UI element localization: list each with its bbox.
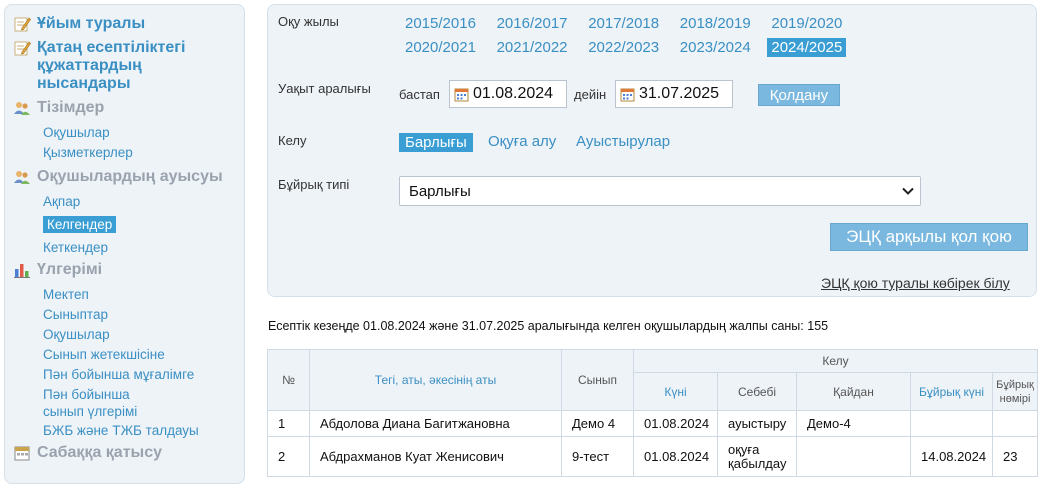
- sidebar-item-strict-forms[interactable]: Қатаң есептіліктегі құжаттардың нысандар…: [13, 39, 236, 93]
- cell-reason: оқуға қабылдау: [717, 436, 797, 477]
- header-arrival-group: Келу: [632, 349, 1039, 373]
- table-row: 2 Абдрахманов Куат Женисович 9-тест 01.0…: [267, 436, 1039, 477]
- sign-ecp-button[interactable]: ЭЦҚ арқылы қол қою: [830, 223, 1028, 251]
- table-row: 1 Абдолова Диана Багитжановна Демо 4 01.…: [267, 410, 1039, 437]
- header-date[interactable]: Күні: [633, 372, 718, 411]
- cell-order-date: [910, 410, 993, 437]
- date-to-input[interactable]: 31.07.2025: [615, 80, 733, 108]
- users-icon: [14, 102, 30, 115]
- sidebar-section-attendance[interactable]: Сабаққа қатысу: [13, 444, 236, 462]
- year-option[interactable]: 2021/2022: [493, 37, 585, 58]
- sidebar-section-lists: Тізімдер: [13, 99, 236, 117]
- sidebar-item-classes[interactable]: Сыныптар: [43, 305, 236, 325]
- sidebar-item-assessment-analysis[interactable]: БЖБ және ТЖБ талдауы: [43, 421, 236, 441]
- header-class: Сынып: [561, 349, 634, 411]
- cell-date: 01.08.2024: [633, 410, 718, 437]
- sidebar-section-movement: Оқушылардың ауысуы: [13, 168, 236, 186]
- cell-order-number: [991, 410, 1039, 437]
- year-option[interactable]: 2022/2023: [584, 37, 676, 58]
- year-option[interactable]: 2015/2016: [401, 13, 493, 34]
- sidebar-item-label: Ұйым туралы: [37, 15, 146, 32]
- cell-date: 01.08.2024: [633, 436, 718, 477]
- cell-class: 9-тест: [561, 436, 634, 477]
- arrival-option-admission[interactable]: Оқуға алу: [488, 133, 556, 150]
- date-to-value: 31.07.2025: [639, 85, 720, 102]
- from-label: бастап: [399, 87, 440, 102]
- sidebar: Ұйым туралы Қатаң есептіліктегі құжаттар…: [4, 4, 245, 484]
- sidebar-section-title: Сабаққа қатысу: [37, 444, 162, 461]
- header-order-date[interactable]: Бұйрық күні: [910, 372, 993, 411]
- calendar-icon: [14, 446, 30, 461]
- year-option[interactable]: 2018/2019: [676, 13, 768, 34]
- sidebar-item-info[interactable]: Ақпар: [43, 192, 236, 212]
- chevron-down-icon: [902, 187, 914, 195]
- year-option[interactable]: 2023/2024: [676, 37, 768, 58]
- header-num: №: [267, 349, 310, 411]
- calendar-icon: [620, 88, 635, 101]
- sidebar-item-about[interactable]: Ұйым туралы: [13, 15, 236, 33]
- pencil-note-icon: [14, 17, 31, 32]
- year-option[interactable]: 2019/2020: [767, 13, 859, 34]
- arrival-option-all[interactable]: Барлығы: [399, 133, 473, 152]
- calendar-icon: [454, 88, 469, 101]
- cell-num: 2: [267, 436, 310, 477]
- sidebar-section-title: Үлгерімі: [37, 261, 103, 278]
- year-option[interactable]: 2020/2021: [401, 37, 493, 58]
- sidebar-item-subject-teacher[interactable]: Пән бойынша мұғалімге: [43, 365, 236, 385]
- sidebar-item-class-teacher[interactable]: Сынып жетекшісіне: [43, 345, 236, 365]
- year-option[interactable]: 2016/2017: [493, 13, 585, 34]
- header-reason: Себебі: [717, 372, 797, 411]
- sidebar-item-subject-class-performance[interactable]: Пән бойынша сынып үлгерімі: [43, 385, 173, 421]
- sidebar-section-title: Оқушылардың ауысуы: [37, 168, 223, 185]
- sidebar-section-performance: Үлгерімі: [13, 261, 236, 279]
- cell-class: Демо 4: [561, 410, 634, 437]
- filter-panel: Оқу жылы 2015/2016 2016/2017 2017/2018 2…: [267, 4, 1037, 297]
- users-icon: [14, 171, 30, 184]
- period-label: Уақыт аралығы: [278, 81, 371, 96]
- sidebar-item-students[interactable]: Оқушылар: [43, 123, 236, 143]
- sidebar-section-title: Тізімдер: [37, 99, 105, 116]
- cell-order-date: 14.08.2024: [910, 436, 993, 477]
- cell-order-number: 23: [991, 436, 1039, 477]
- year-label: Оқу жылы: [278, 14, 339, 29]
- arrival-label: Келу: [278, 133, 307, 148]
- arrivals-table: № Тегі, аты, әкесінің аты Сынып Келу Күн…: [267, 349, 1039, 477]
- to-label: дейін: [574, 87, 607, 102]
- header-order-number: Бұйрық нөмірі: [991, 372, 1039, 411]
- sidebar-item-students-performance[interactable]: Оқушылар: [43, 325, 236, 345]
- year-selector: 2015/2016 2016/2017 2017/2018 2018/2019 …: [401, 13, 871, 58]
- ecp-more-link[interactable]: ЭЦҚ қою туралы көбірек білу: [821, 275, 1010, 291]
- report-summary: Есептік кезеңде 01.08.2024 және 31.07.20…: [268, 319, 829, 333]
- year-option[interactable]: 2017/2018: [584, 13, 676, 34]
- sidebar-item-school[interactable]: Мектеп: [43, 285, 236, 305]
- pencil-note-icon: [14, 41, 31, 56]
- order-type-label: Бұйрық типі: [278, 177, 350, 192]
- header-name[interactable]: Тегі, аты, әкесінің аты: [309, 349, 562, 411]
- sidebar-item-label: Қатаң есептіліктегі құжаттардың нысандар…: [37, 39, 186, 92]
- cell-name: Абдрахманов Куат Женисович: [309, 436, 562, 477]
- sidebar-item-departures[interactable]: Кеткендер: [43, 238, 236, 258]
- order-type-value: Барлығы: [409, 182, 471, 200]
- date-from-input[interactable]: 01.08.2024: [449, 80, 567, 108]
- cell-name: Абдолова Диана Багитжановна: [309, 410, 562, 437]
- cell-from: [796, 436, 911, 477]
- cell-reason: ауыстыру: [717, 410, 797, 437]
- sidebar-item-arrivals[interactable]: Келгендер: [43, 215, 236, 235]
- bar-chart-icon: [14, 264, 30, 278]
- date-from-value: 01.08.2024: [473, 85, 554, 102]
- arrival-option-transfers[interactable]: Ауыстырулар: [576, 133, 670, 150]
- apply-button[interactable]: Қолдану: [758, 84, 840, 106]
- cell-num: 1: [267, 410, 310, 437]
- year-option-active[interactable]: 2024/2025: [767, 37, 859, 58]
- cell-from: Демо-4: [796, 410, 911, 437]
- header-from: Қайдан: [796, 372, 911, 411]
- sidebar-item-staff[interactable]: Қызметкерлер: [43, 143, 236, 163]
- order-type-select[interactable]: Барлығы: [399, 176, 921, 206]
